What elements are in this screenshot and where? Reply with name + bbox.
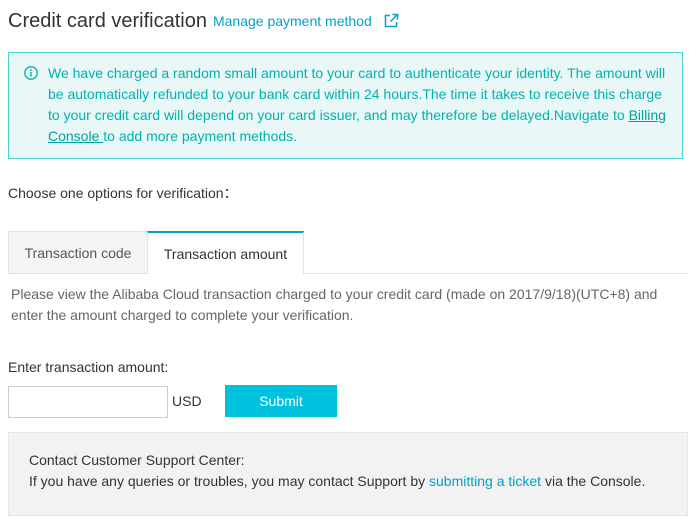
notice-tail: to add more payment methods. <box>103 128 298 144</box>
tab-transaction-amount[interactable]: Transaction amount <box>147 231 304 274</box>
notice-body: We have charged a random small amount to… <box>48 65 666 123</box>
support-text: If you have any queries or troubles, you… <box>29 473 645 489</box>
tabs-divider <box>8 273 688 274</box>
tab-transaction-code[interactable]: Transaction code <box>8 231 148 273</box>
manage-payment-method-link[interactable]: Manage payment method <box>213 13 372 29</box>
submit-ticket-link[interactable]: submitting a ticket <box>429 473 541 489</box>
page-title: Credit card verification <box>8 9 207 32</box>
support-panel: Contact Customer Support Center: If you … <box>8 432 688 516</box>
external-link-icon[interactable] <box>383 13 399 29</box>
submit-button[interactable]: Submit <box>225 385 337 417</box>
transaction-amount-input[interactable] <box>8 386 168 418</box>
amount-field-label: Enter transaction amount: <box>8 359 169 375</box>
page-header: Credit card verification Manage payment … <box>8 8 399 34</box>
notice-text: We have charged a random small amount to… <box>48 63 668 147</box>
support-tail: via the Console. <box>541 473 646 489</box>
support-body: If you have any queries or troubles, you… <box>29 473 429 489</box>
verification-options-label: Choose one options for verification： <box>8 185 238 201</box>
info-notice: We have charged a random small amount to… <box>8 52 683 159</box>
info-circle-icon <box>24 66 38 80</box>
support-title: Contact Customer Support Center: <box>29 452 245 468</box>
verification-description: Please view the Alibaba Cloud transactio… <box>11 286 658 323</box>
currency-label: USD <box>172 393 202 409</box>
